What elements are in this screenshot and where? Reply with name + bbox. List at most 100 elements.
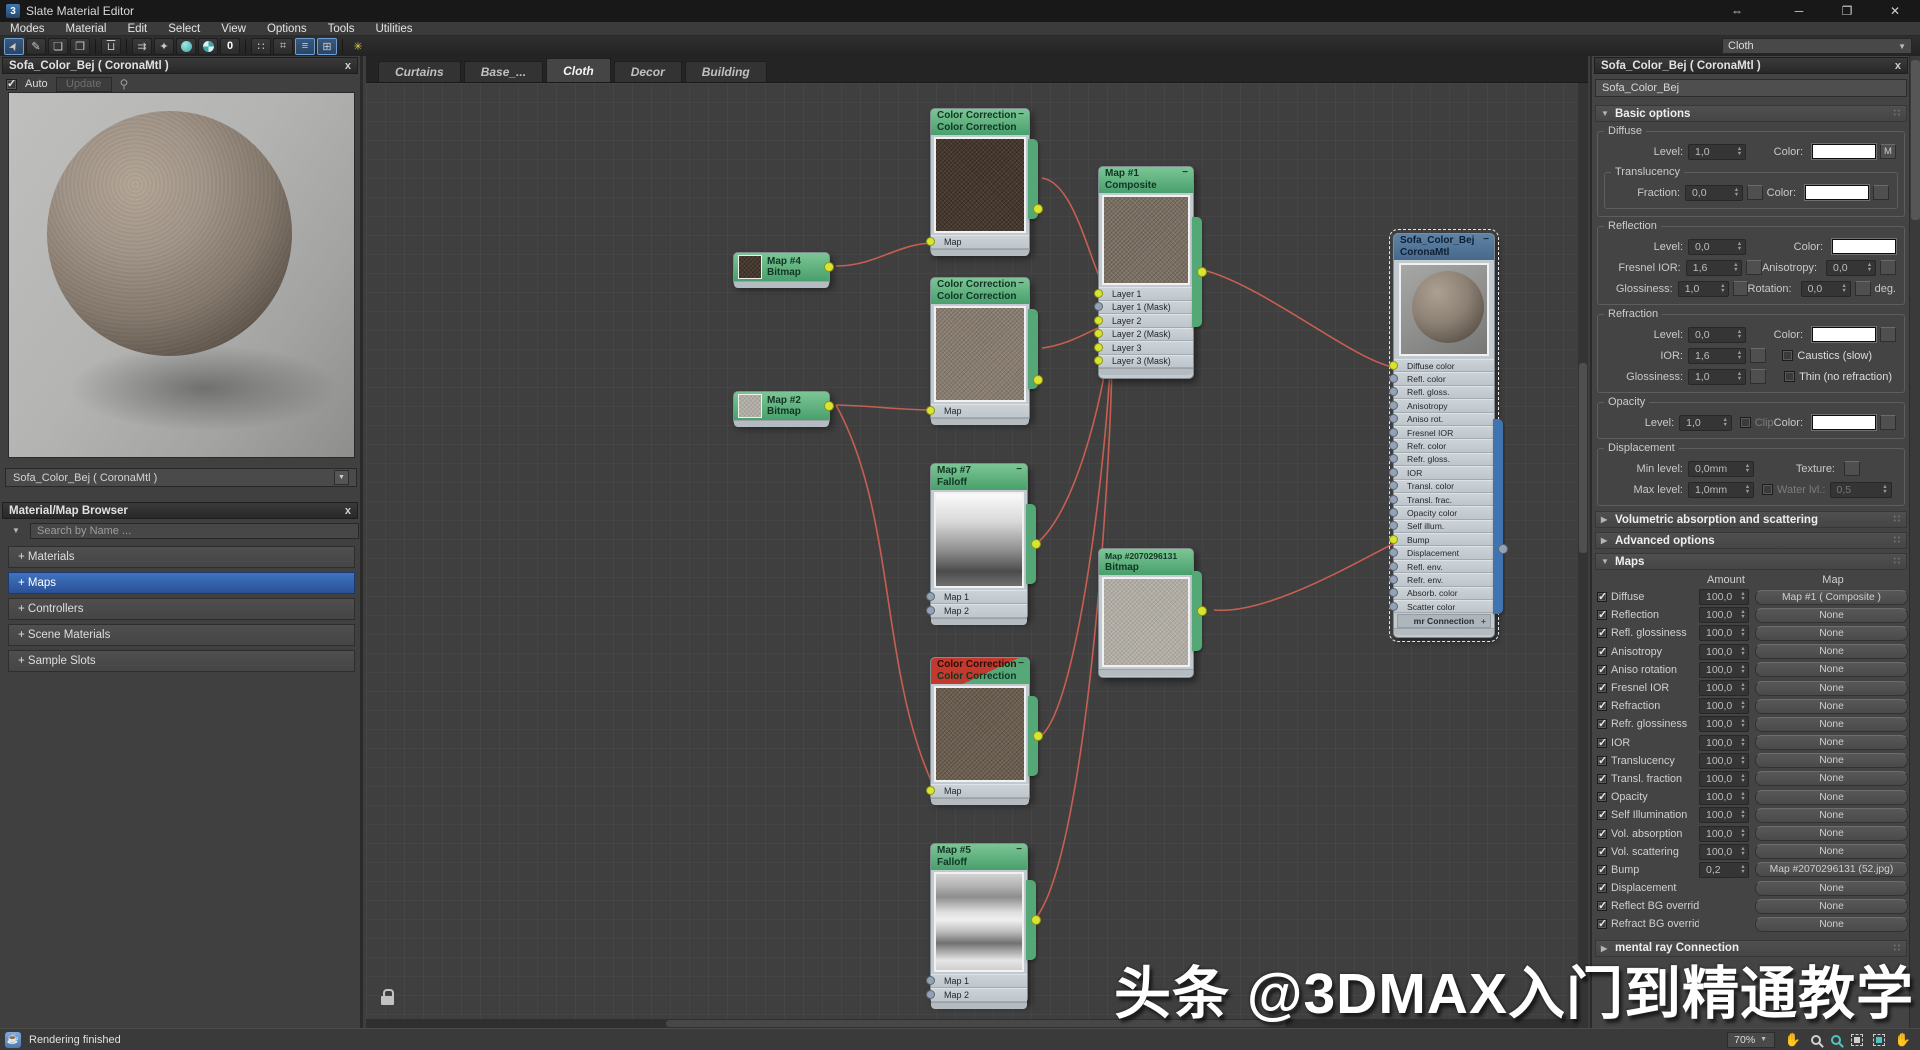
amount-spinner[interactable]: 100,0 (1699, 644, 1749, 660)
node-input-slot[interactable]: Aniso rot. (1394, 413, 1494, 426)
channel-checkbox[interactable] (1597, 847, 1607, 857)
node-input-slot[interactable]: Layer 2 (1099, 314, 1193, 328)
input-connector[interactable] (926, 406, 935, 415)
node-header[interactable]: Color Correction Color Correction − (931, 109, 1029, 135)
material-select-dropdown[interactable]: Sofa_Color_Bej ( CoronaMtl ) ▼ (5, 468, 357, 487)
node-header[interactable]: Map #5 Falloff − (931, 844, 1027, 870)
input-connector[interactable] (1094, 289, 1103, 298)
map-slot-button[interactable]: None (1755, 753, 1908, 768)
amount-spinner[interactable]: 100,0 (1699, 662, 1749, 678)
amount-spinner[interactable]: 100,0 (1699, 698, 1749, 714)
lock-icon[interactable] (381, 996, 394, 1005)
browser-category-row[interactable]: + Maps (8, 572, 355, 594)
input-connector[interactable] (926, 606, 935, 615)
amount-spinner[interactable]: 100,0 (1699, 753, 1749, 769)
zoom-tool-icon[interactable] (1811, 1035, 1821, 1045)
input-connector[interactable] (1389, 575, 1398, 584)
node-canvas[interactable]: Color Correction Color Correction − Map (366, 83, 1588, 1028)
node-map1-composite[interactable]: Map #1 Composite − Layer 1 Layer 1 (Mask… (1098, 166, 1194, 379)
translucency-fraction-map-button[interactable] (1747, 185, 1763, 200)
map-slot-button[interactable]: None (1755, 881, 1908, 896)
hide-unused-slots-button[interactable]: ✦ (154, 38, 174, 55)
opacity-level-spinner[interactable]: 1,0 (1679, 415, 1732, 431)
map-slot-button[interactable]: None (1755, 844, 1908, 859)
anisotropy-map-button[interactable] (1880, 260, 1896, 275)
channel-checkbox[interactable] (1597, 683, 1607, 693)
displacement-max-spinner[interactable]: 1,0mm (1688, 482, 1754, 498)
amount-spinner[interactable]: 100,0 (1699, 826, 1749, 842)
translucency-color-map-button[interactable] (1873, 185, 1889, 200)
node-input-slot[interactable]: Refl. color (1394, 372, 1494, 385)
channel-checkbox[interactable] (1597, 647, 1607, 657)
diffuse-color-swatch[interactable] (1812, 144, 1876, 159)
node-input-slot[interactable]: Displacement (1394, 546, 1494, 559)
map-slot-button[interactable]: Map #1 ( Composite ) (1755, 590, 1908, 605)
input-connector[interactable] (1389, 495, 1398, 504)
auto-checkbox[interactable] (6, 79, 17, 90)
input-connector[interactable] (1389, 441, 1398, 450)
input-connector[interactable] (1389, 481, 1398, 490)
output-tab[interactable] (1028, 139, 1038, 219)
collapse-icon[interactable]: − (1018, 109, 1024, 121)
channel-checkbox[interactable] (1597, 810, 1607, 820)
input-connector[interactable] (1389, 508, 1398, 517)
map-slot-button[interactable]: None (1755, 917, 1908, 932)
node-color-correction-2[interactable]: Color Correction Color Correction − Map (930, 277, 1030, 422)
wire[interactable] (836, 405, 934, 787)
node-input-slot[interactable]: Layer 1 (Mask) (1099, 301, 1193, 315)
material-browser-toggle-button[interactable]: ≡ (295, 38, 315, 55)
node-thumbnail[interactable] (934, 492, 1024, 588)
zoom-extents-icon[interactable] (1851, 1034, 1863, 1046)
output-tab[interactable] (1028, 696, 1038, 776)
amount-spinner[interactable]: 100,0 (1699, 716, 1749, 732)
node-input-slot[interactable]: Transl. frac. (1394, 493, 1494, 506)
input-connector[interactable] (1389, 602, 1398, 611)
refraction-glossiness-map-button[interactable] (1750, 369, 1766, 384)
input-connector[interactable] (926, 592, 935, 601)
output-connector[interactable] (1031, 539, 1041, 549)
output-tab[interactable] (1192, 571, 1202, 651)
reflection-level-spinner[interactable]: 0,0 (1688, 239, 1746, 255)
node-input-slot[interactable]: Refl. env. (1394, 560, 1494, 573)
menu-item[interactable]: Utilities (375, 23, 412, 35)
browser-category-row[interactable]: + Materials (8, 546, 355, 568)
browser-category-row[interactable]: + Sample Slots (8, 650, 355, 672)
refraction-color-swatch[interactable] (1812, 327, 1876, 342)
output-connector[interactable] (1033, 731, 1043, 741)
input-connector[interactable] (926, 976, 935, 985)
amount-spinner[interactable]: 100,0 (1699, 625, 1749, 641)
rollout-maps[interactable]: ▼ Maps ∷ (1595, 553, 1907, 570)
input-connector[interactable] (926, 237, 935, 246)
opacity-color-swatch[interactable] (1812, 415, 1876, 430)
map-slot-button[interactable]: None (1755, 735, 1908, 750)
menu-item[interactable]: Select (168, 23, 200, 35)
collapse-icon[interactable]: − (1016, 844, 1022, 856)
node-input-slot[interactable]: Layer 3 (Mask) (1099, 355, 1193, 369)
node-input-slot[interactable]: Transl. color (1394, 480, 1494, 493)
search-input[interactable]: Search by Name ... (30, 523, 359, 539)
node-map2-bitmap[interactable]: Map #2 Bitmap (733, 391, 830, 425)
zoom-region-icon[interactable] (1831, 1035, 1841, 1045)
input-connector[interactable] (1094, 343, 1103, 352)
input-connector[interactable] (1094, 329, 1103, 338)
amount-spinner[interactable]: 100,0 (1699, 807, 1749, 823)
map-slot-button[interactable]: None (1755, 826, 1908, 841)
diffuse-level-spinner[interactable]: 1,0 (1688, 144, 1746, 160)
search-options-icon[interactable]: ▼ (4, 523, 28, 538)
rotation-map-button[interactable] (1855, 281, 1871, 296)
rollout-advanced[interactable]: ▶ Advanced options ∷ (1595, 532, 1907, 549)
map-slot-button[interactable]: None (1755, 808, 1908, 823)
translucency-color-swatch[interactable] (1805, 185, 1869, 200)
input-connector[interactable] (1389, 548, 1398, 557)
input-connector[interactable] (1389, 468, 1398, 477)
diffuse-map-button[interactable]: M (1880, 144, 1896, 159)
amount-spinner[interactable]: 0,2 (1699, 862, 1749, 878)
menu-item[interactable]: Tools (328, 23, 355, 35)
input-connector[interactable] (1094, 302, 1103, 311)
fresnel-ior-map-button[interactable] (1746, 260, 1762, 275)
input-connector[interactable] (1094, 316, 1103, 325)
node-input-slot[interactable]: Layer 3 (1099, 341, 1193, 355)
node-header[interactable]: Map #1 Composite − (1099, 167, 1193, 193)
node-bitmap-52jpg[interactable]: Map #2070296131 Bitmap (1098, 548, 1194, 678)
view-tab[interactable]: Decor (614, 61, 682, 82)
